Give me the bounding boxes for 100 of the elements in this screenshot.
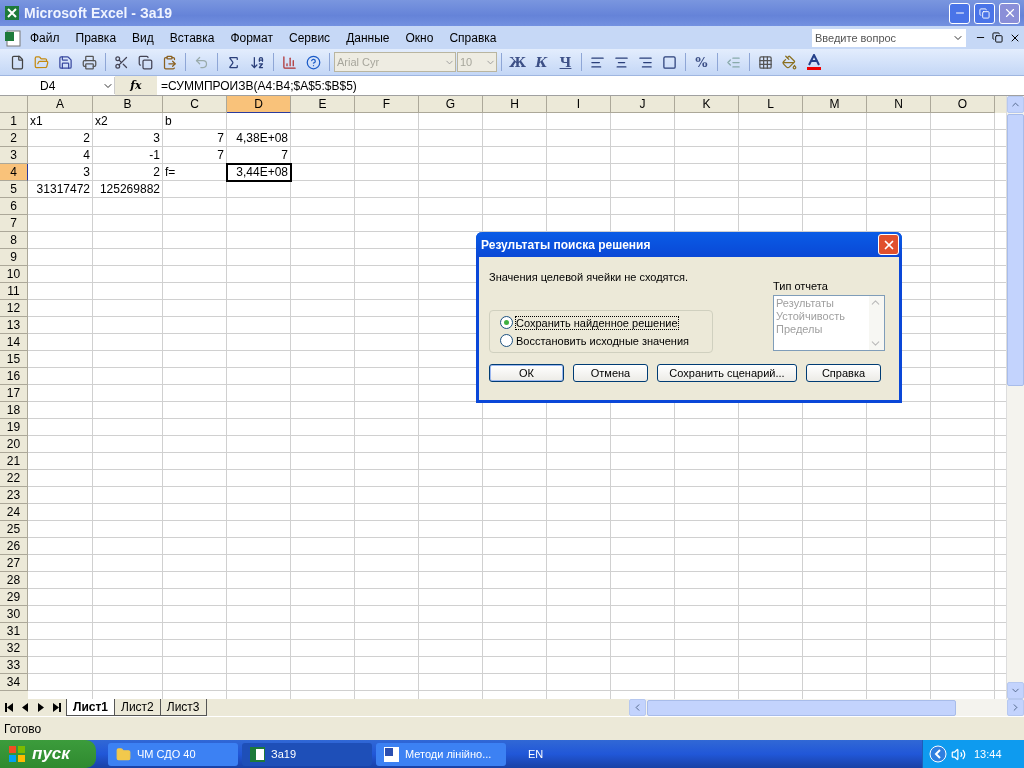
next-sheet-icon[interactable] — [37, 703, 44, 712]
column-header[interactable]: L — [739, 96, 803, 113]
sheet-tab[interactable]: Лист1 — [66, 699, 116, 716]
column-header[interactable]: D — [227, 96, 291, 113]
row-header[interactable]: 33 — [0, 657, 28, 674]
row-header[interactable]: 29 — [0, 589, 28, 606]
row-header[interactable]: 4 — [0, 164, 28, 181]
column-header[interactable]: C — [163, 96, 227, 113]
dropdown-button[interactable] — [950, 28, 966, 47]
taskbar-button[interactable]: ЧМ СДО 40 — [108, 742, 238, 766]
row-header[interactable]: 24 — [0, 504, 28, 521]
column-header[interactable]: H — [483, 96, 547, 113]
column-header[interactable]: J — [611, 96, 675, 113]
menu-item[interactable]: Вставка — [161, 28, 223, 47]
spreadsheet-icon[interactable] — [4, 28, 22, 47]
row-header[interactable]: 32 — [0, 640, 28, 657]
language-indicator[interactable]: EN — [528, 748, 544, 760]
first-sheet-icon[interactable] — [4, 703, 13, 712]
row-header[interactable]: 28 — [0, 572, 28, 589]
last-sheet-icon[interactable] — [53, 703, 62, 712]
row-header[interactable]: 9 — [0, 249, 28, 266]
row-header[interactable]: 5 — [0, 181, 28, 198]
dialog-button[interactable]: Отмена — [573, 364, 648, 382]
row-header[interactable]: 11 — [0, 283, 28, 300]
menu-item[interactable]: Файл — [22, 28, 68, 47]
expand-tray-icon[interactable] — [929, 745, 947, 763]
menu-item[interactable]: Вид — [124, 28, 162, 47]
row-header[interactable]: 25 — [0, 521, 28, 538]
radio-label[interactable]: Сохранить найденное решение — [516, 316, 678, 329]
row-header[interactable]: 12 — [0, 300, 28, 317]
function-label[interactable]: fx — [115, 76, 157, 95]
bold-button[interactable]: Ж — [506, 51, 529, 73]
column-header[interactable]: M — [803, 96, 867, 113]
radio-label[interactable]: Восстановить исходные значения — [516, 334, 689, 347]
column-header[interactable]: A — [28, 96, 93, 113]
column-header[interactable]: N — [867, 96, 931, 113]
row-header[interactable]: 34 — [0, 674, 28, 691]
underline-button[interactable]: Ч — [554, 51, 577, 73]
menu-item[interactable]: Формат — [222, 28, 282, 47]
scroll-thumb[interactable] — [1007, 114, 1024, 386]
table-cell-text: x2 — [94, 113, 109, 130]
menu-item[interactable]: Данные — [338, 28, 398, 47]
row-header[interactable]: 20 — [0, 436, 28, 453]
percent-button[interactable]: % — [690, 51, 713, 73]
row-header[interactable]: 27 — [0, 555, 28, 572]
menu-item[interactable]: Окно — [397, 28, 442, 47]
column-header[interactable]: K — [675, 96, 739, 113]
dialog-button[interactable]: Сохранить сценарий... — [657, 364, 797, 382]
row-header[interactable]: 18 — [0, 402, 28, 419]
speaker-icon[interactable] — [951, 746, 966, 762]
column-header[interactable]: F — [355, 96, 419, 113]
dialog-button[interactable]: Справка — [806, 364, 881, 382]
row-header[interactable]: 16 — [0, 368, 28, 385]
outdent-icon — [726, 54, 741, 70]
column-header[interactable]: I — [547, 96, 611, 113]
restore-button[interactable] — [989, 32, 1006, 43]
restore-icon — [992, 32, 1003, 43]
question-field[interactable]: Введите вопрос — [812, 28, 950, 47]
italic-button[interactable]: К — [530, 51, 553, 73]
column-header[interactable]: E — [291, 96, 355, 113]
taskbar-button[interactable]: Методи лінійно... — [376, 742, 506, 766]
help-icon — [306, 54, 321, 70]
menu-item[interactable]: Правка — [67, 28, 125, 47]
row-header[interactable]: 13 — [0, 317, 28, 334]
row-header[interactable]: 21 — [0, 453, 28, 470]
sheet-tab[interactable]: Лист2 — [114, 699, 161, 716]
restore-button[interactable] — [974, 2, 995, 24]
start-button[interactable]: пуск — [0, 740, 96, 768]
row-header[interactable]: 19 — [0, 419, 28, 436]
table-cell-text: 3 — [152, 130, 161, 147]
row-header[interactable]: 2 — [0, 130, 28, 147]
row-header[interactable]: 10 — [0, 266, 28, 283]
sheet-tab[interactable]: Лист3 — [159, 699, 207, 716]
row-header[interactable]: 17 — [0, 385, 28, 402]
row-header[interactable]: 1 — [0, 113, 28, 130]
previous-sheet-icon[interactable] — [22, 703, 29, 712]
folder-icon — [116, 746, 131, 762]
row-header[interactable]: 8 — [0, 232, 28, 249]
row-header[interactable]: 30 — [0, 606, 28, 623]
column-header[interactable]: G — [419, 96, 483, 113]
radio-button[interactable] — [500, 316, 513, 329]
menu-item[interactable]: Сервис — [281, 28, 339, 47]
row-header[interactable]: 15 — [0, 351, 28, 368]
menu-item[interactable]: Справка — [441, 28, 505, 47]
row-header[interactable]: 7 — [0, 215, 28, 232]
dialog-button[interactable]: ОК — [489, 364, 564, 382]
taskbar-button[interactable]: За19 — [242, 742, 372, 766]
row-header[interactable]: 26 — [0, 538, 28, 555]
column-header[interactable]: O — [931, 96, 995, 113]
row-header[interactable]: 22 — [0, 470, 28, 487]
row-header[interactable]: 6 — [0, 198, 28, 215]
row-header[interactable]: 14 — [0, 334, 28, 351]
scroll-thumb[interactable] — [647, 699, 956, 716]
clipboard-icon — [162, 54, 177, 70]
column-header[interactable]: B — [93, 96, 163, 113]
row-header[interactable]: 3 — [0, 147, 28, 164]
row-header[interactable]: 23 — [0, 487, 28, 504]
row-header[interactable]: 31 — [0, 623, 28, 640]
radio-button[interactable] — [500, 334, 513, 347]
formula-field[interactable]: =СУММПРОИЗВ(A4:B4;$A$5:$B$5) — [157, 78, 357, 93]
